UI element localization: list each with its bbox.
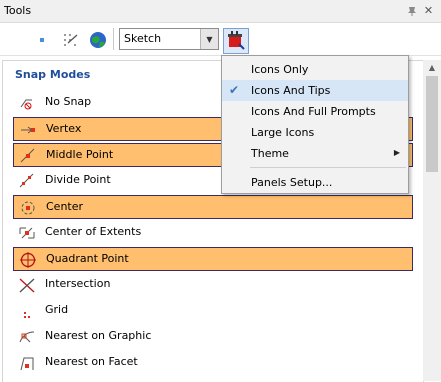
- menu-item-label: Icons Only: [251, 63, 309, 76]
- snap-item-label: Center of Extents: [45, 225, 142, 238]
- scroll-up-icon[interactable]: ▲: [423, 60, 441, 74]
- palette-icon[interactable]: [223, 28, 249, 54]
- toolbar: [0, 23, 441, 56]
- menu-item-theme[interactable]: Theme ▶: [222, 143, 408, 164]
- menu-item-label: Large Icons: [251, 126, 315, 139]
- grid-icon: [18, 302, 36, 320]
- snap-item-center[interactable]: Center: [13, 195, 413, 219]
- pin-icon[interactable]: [404, 3, 419, 18]
- workflow-value: Sketch: [124, 32, 162, 45]
- menu-item-icons-and-tips[interactable]: ✔ Icons And Tips: [222, 80, 408, 101]
- menu-item-panels-setup[interactable]: Panels Setup...: [222, 172, 408, 193]
- snap-item-label: Nearest on Facet: [45, 355, 138, 368]
- menu-item-label: Panels Setup...: [251, 176, 333, 189]
- snap-item-nearest-on-facet[interactable]: Nearest on Facet: [13, 351, 413, 375]
- snap-item-label: Divide Point: [45, 173, 111, 186]
- snap-item-intersection[interactable]: Intersection: [13, 273, 413, 297]
- dot-icon[interactable]: [33, 29, 55, 51]
- snap-item-label: Intersection: [45, 277, 111, 290]
- section-title: Snap Modes: [15, 68, 91, 81]
- menu-item-label: Icons And Full Prompts: [251, 105, 376, 118]
- intersection-icon: [18, 276, 36, 294]
- menu-item-label: Theme: [251, 147, 289, 160]
- snap-item-label: Quadrant Point: [46, 252, 129, 265]
- snap-item-label: Nearest on Graphic: [45, 329, 152, 342]
- checkmark-icon: ✔: [229, 83, 240, 97]
- snap-item-center-of-extents[interactable]: Center of Extents: [13, 221, 413, 245]
- snap-item-label: No Snap: [45, 95, 92, 108]
- submenu-arrow-icon: ▶: [393, 148, 400, 157]
- chevron-down-icon[interactable]: ▼: [200, 29, 218, 49]
- center-icon: [19, 199, 37, 217]
- close-icon[interactable]: ✕: [421, 3, 436, 18]
- toolbar-context-menu: Icons Only ✔ Icons And Tips Icons And Fu…: [221, 55, 409, 194]
- snap-item-nearest-on-graphic[interactable]: Nearest on Graphic: [13, 325, 413, 349]
- center-of-extents-icon: [18, 224, 36, 242]
- snap-item-grid[interactable]: Grid: [13, 299, 413, 323]
- snap-item-quadrant-point[interactable]: Quadrant Point: [13, 247, 413, 271]
- window-title: Tools: [4, 4, 32, 17]
- menu-item-icons-and-full-prompts[interactable]: Icons And Full Prompts: [222, 101, 408, 122]
- snap-item-label: Grid: [45, 303, 69, 316]
- toolbar-separator: [113, 28, 114, 50]
- snap-item-label: Vertex: [46, 122, 82, 135]
- scroll-thumb[interactable]: [426, 76, 438, 172]
- quadrant-point-icon: [19, 251, 37, 269]
- snap-item-label: Center: [46, 200, 84, 213]
- menu-item-label: Icons And Tips: [251, 84, 331, 97]
- menu-separator: [250, 167, 406, 168]
- middle-point-icon: [19, 147, 37, 165]
- menu-item-icons-only[interactable]: Icons Only: [222, 59, 408, 80]
- vertex-icon: [19, 121, 37, 139]
- globe-icon[interactable]: [87, 29, 109, 51]
- divide-point-icon: [18, 172, 36, 190]
- workflow-dropdown[interactable]: Sketch ▼: [119, 28, 219, 50]
- title-bar: Tools ✕: [0, 0, 441, 23]
- menu-item-large-icons[interactable]: Large Icons: [222, 122, 408, 143]
- nearest-on-facet-icon: [18, 354, 36, 372]
- nearest-on-graphic-icon: [18, 328, 36, 346]
- snap-grid-icon[interactable]: [60, 29, 82, 51]
- panel-scrollbar[interactable]: ▲: [423, 60, 441, 381]
- no-snap-icon: [18, 94, 36, 112]
- snap-item-label: Middle Point: [46, 148, 114, 161]
